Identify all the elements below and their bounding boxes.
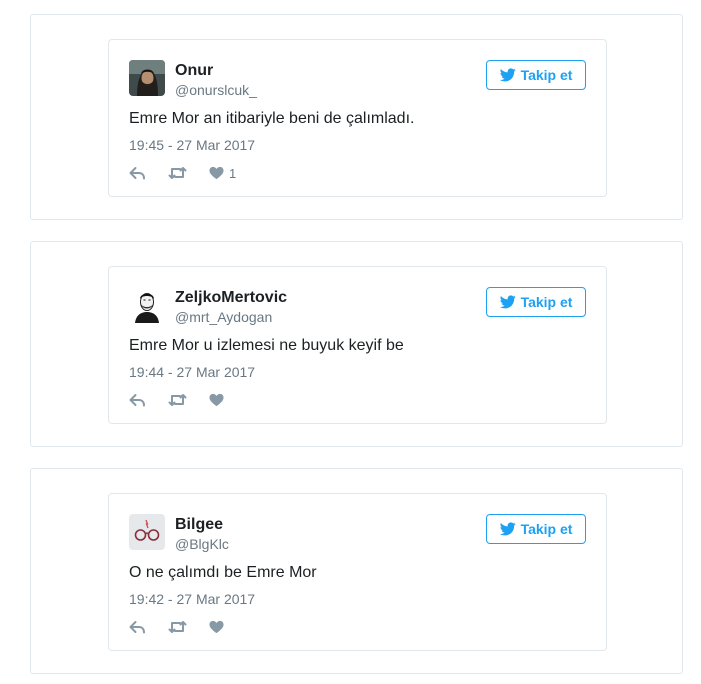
twitter-bird-icon	[499, 68, 516, 82]
reply-icon	[129, 167, 145, 180]
twitter-bird-icon	[499, 522, 516, 536]
tweet-actions: 1	[129, 164, 258, 182]
reply-icon	[129, 621, 145, 634]
reply-button[interactable]	[129, 620, 146, 634]
embed-container: Bilgee @BlgKlc Takip et O ne çalımdı be …	[30, 468, 683, 674]
follow-button[interactable]: Takip et	[486, 514, 586, 544]
retweet-icon	[168, 394, 187, 406]
like-button[interactable]: 1	[209, 166, 236, 181]
avatar[interactable]	[129, 514, 165, 550]
tweet-card[interactable]: Bilgee @BlgKlc Takip et O ne çalımdı be …	[108, 493, 607, 651]
embed-container: ZeljkoMertovic @mrt_Aydogan Takip et Emr…	[30, 241, 683, 447]
like-count: 1	[229, 165, 237, 181]
avatar-glasses-icon	[129, 514, 165, 550]
reply-button[interactable]	[129, 166, 146, 180]
follow-label: Takip et	[520, 521, 573, 537]
user-name[interactable]: Onur	[175, 62, 213, 80]
heart-icon	[209, 393, 224, 407]
heart-icon	[209, 166, 224, 180]
tweet-timestamp[interactable]: 19:42 - 27 Mar 2017	[129, 591, 255, 607]
avatar-sketch-icon	[129, 287, 165, 323]
embed-container: Onur @onurslcuk_ Takip et Emre Mor an it…	[30, 14, 683, 220]
tweet-card[interactable]: ZeljkoMertovic @mrt_Aydogan Takip et Emr…	[108, 266, 607, 424]
twitter-bird-icon	[499, 295, 516, 309]
avatar-photo-icon	[129, 60, 165, 96]
tweet-card[interactable]: Onur @onurslcuk_ Takip et Emre Mor an it…	[108, 39, 607, 197]
avatar[interactable]	[129, 287, 165, 323]
tweet-text: O ne çalımdı be Emre Mor	[129, 564, 317, 581]
retweet-button[interactable]	[168, 393, 187, 407]
tweet-text: Emre Mor an itibariyle beni de çalımladı…	[129, 110, 415, 127]
tweet-actions	[129, 391, 251, 409]
like-button[interactable]	[209, 393, 229, 407]
user-handle[interactable]: @mrt_Aydogan	[175, 309, 272, 325]
user-handle[interactable]: @BlgKlc	[175, 536, 229, 552]
retweet-button[interactable]	[168, 166, 187, 180]
user-name[interactable]: Bilgee	[175, 516, 223, 534]
follow-button[interactable]: Takip et	[486, 287, 586, 317]
retweet-icon	[168, 167, 187, 179]
reply-button[interactable]	[129, 393, 146, 407]
follow-label: Takip et	[520, 67, 573, 83]
tweet-timestamp[interactable]: 19:45 - 27 Mar 2017	[129, 137, 255, 153]
user-handle[interactable]: @onurslcuk_	[175, 82, 257, 98]
tweet-timestamp[interactable]: 19:44 - 27 Mar 2017	[129, 364, 255, 380]
retweet-button[interactable]	[168, 620, 187, 634]
follow-label: Takip et	[520, 294, 573, 310]
like-button[interactable]	[209, 620, 229, 634]
tweet-actions	[129, 618, 251, 636]
follow-button[interactable]: Takip et	[486, 60, 586, 90]
user-name[interactable]: ZeljkoMertovic	[175, 289, 287, 307]
retweet-icon	[168, 621, 187, 633]
tweet-text: Emre Mor u izlemesi ne buyuk keyif be	[129, 337, 404, 354]
reply-icon	[129, 394, 145, 407]
heart-icon	[209, 620, 224, 634]
avatar[interactable]	[129, 60, 165, 96]
